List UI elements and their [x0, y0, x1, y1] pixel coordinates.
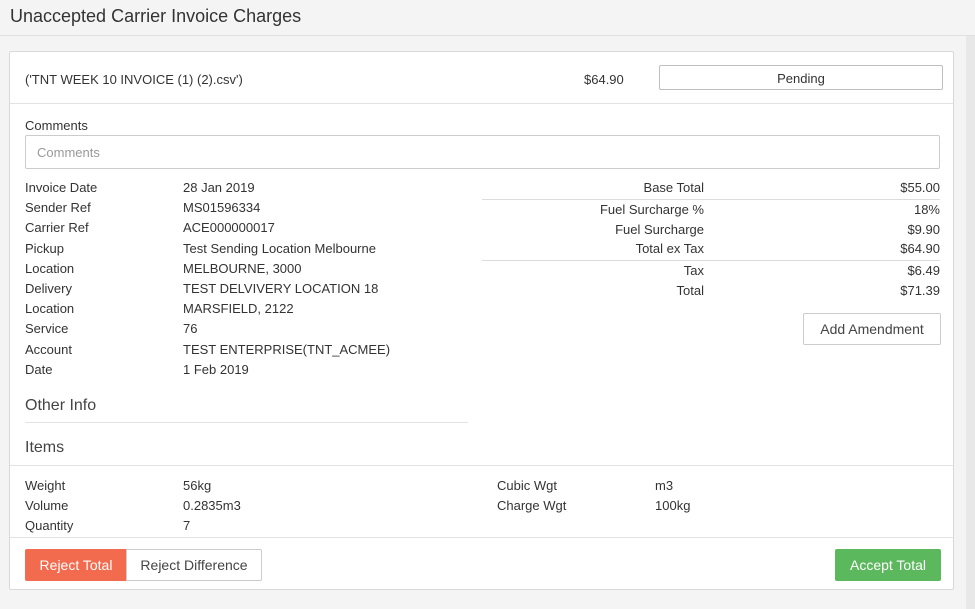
total-value: $64.90: [900, 241, 940, 256]
comments-input[interactable]: [25, 135, 940, 169]
total-value: $71.39: [900, 283, 940, 298]
detail-label: Account: [25, 342, 72, 357]
vertical-scrollbar[interactable]: [966, 36, 975, 609]
item-value: m3: [655, 478, 674, 493]
detail-label: Carrier Ref: [25, 220, 89, 235]
detail-value: ACE000000017: [183, 220, 275, 235]
detail-label: Location: [25, 301, 75, 316]
detail-label: Pickup: [25, 241, 65, 256]
total-value: $55.00: [900, 180, 940, 195]
status-button[interactable]: Pending: [659, 65, 943, 90]
total-label: Fuel Surcharge %: [599, 202, 704, 217]
detail-label: Sender Ref: [25, 200, 91, 215]
footer-divider: [10, 537, 953, 538]
detail-value: TEST ENTERPRISE(TNT_ACMEE): [183, 342, 391, 357]
total-value: $9.90: [907, 222, 940, 237]
item-label: Weight: [25, 478, 66, 493]
detail-value: Test Sending Location Melbourne: [183, 241, 376, 256]
total-value: 18%: [913, 202, 940, 217]
total-label: Base Total: [643, 180, 704, 195]
item-label: Cubic Wgt: [497, 478, 557, 493]
total-row: Base Total $55.00: [482, 180, 940, 200]
item-value: 0.2835m3: [183, 498, 241, 513]
header-divider: [10, 103, 953, 104]
item-value: 56kg: [183, 478, 212, 493]
reject-total-button[interactable]: Reject Total: [25, 549, 127, 581]
detail-value: 28 Jan 2019: [183, 180, 255, 195]
total-row: Fuel Surcharge % 18%: [482, 202, 940, 222]
total-row: Fuel Surcharge $9.90: [482, 222, 940, 242]
items-divider: [10, 465, 953, 466]
invoice-file-name: ('TNT WEEK 10 INVOICE (1) (2).csv'): [25, 72, 243, 87]
detail-value: MELBOURNE, 3000: [183, 261, 302, 276]
item-label: Volume: [25, 498, 69, 513]
add-amendment-button[interactable]: Add Amendment: [803, 313, 941, 345]
detail-label: Date: [25, 362, 53, 377]
total-label: Total: [676, 283, 704, 298]
page-title: Unaccepted Carrier Invoice Charges: [10, 6, 302, 26]
totals-divider: [482, 260, 940, 261]
detail-label: Invoice Date: [25, 180, 98, 195]
invoice-amount: $64.90: [584, 72, 624, 87]
detail-value: 1 Feb 2019: [183, 362, 249, 377]
total-label: Fuel Surcharge: [615, 222, 704, 237]
title-divider: [0, 35, 975, 36]
detail-value: MS01596334: [183, 200, 261, 215]
comments-label: Comments: [25, 118, 88, 133]
detail-value: MARSFIELD, 2122: [183, 301, 294, 316]
items-heading: Items: [25, 439, 65, 456]
total-row: Total ex Tax $64.90: [482, 241, 940, 261]
total-row: Tax $6.49: [482, 263, 940, 283]
item-label: Charge Wgt: [497, 498, 567, 513]
detail-label: Delivery: [25, 281, 72, 296]
other-info-divider: [25, 422, 468, 423]
total-value: $6.49: [907, 263, 940, 278]
detail-label: Service: [25, 321, 69, 336]
item-value: 7: [183, 518, 191, 533]
totals-divider: [482, 199, 940, 200]
invoice-card: ('TNT WEEK 10 INVOICE (1) (2).csv') $64.…: [9, 51, 954, 590]
reject-difference-button[interactable]: Reject Difference: [126, 549, 262, 581]
total-label: Tax: [683, 263, 704, 278]
detail-value: 76: [183, 321, 198, 336]
detail-label: Location: [25, 261, 75, 276]
detail-value: TEST DELVIVERY LOCATION 18: [183, 281, 379, 296]
accept-total-button[interactable]: Accept Total: [835, 549, 941, 581]
total-row: Total $71.39: [482, 283, 940, 303]
item-value: 100kg: [655, 498, 691, 513]
item-label: Quantity: [25, 518, 74, 533]
total-label: Total ex Tax: [635, 241, 704, 256]
other-info-heading: Other Info: [25, 397, 97, 414]
